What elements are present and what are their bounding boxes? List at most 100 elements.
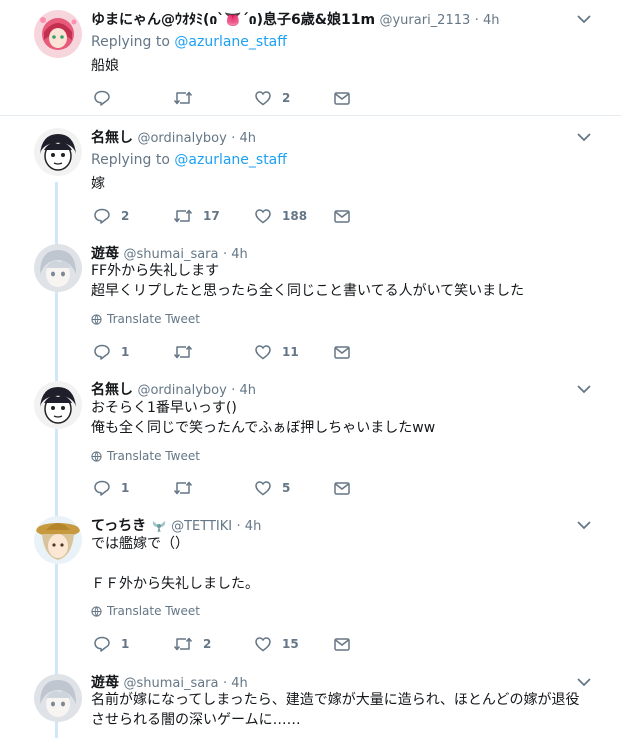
- tweet[interactable]: てっちき @TETTIKI · 4h では艦嫁で（） ＦＦ外から失礼しました。 …: [0, 504, 621, 664]
- display-name[interactable]: 名無し: [91, 130, 133, 146]
- heart-icon: [254, 343, 272, 361]
- reply-button[interactable]: [93, 88, 121, 108]
- tweet[interactable]: 遊苺 @shumai_sara · 4h 名前が嫁になってしまったら、建造で嫁が…: [0, 664, 621, 738]
- envelope-icon: [333, 89, 351, 107]
- tweet-text-line: 俺も全く同じで笑ったんでふぁぼ押しちゃいましたww: [91, 420, 436, 436]
- display-name[interactable]: 遊苺: [91, 246, 119, 262]
- retweet-button[interactable]: [173, 342, 203, 362]
- tweet-header: てっちき @TETTIKI · 4h: [91, 515, 261, 535]
- translate-tweet-link[interactable]: Translate Tweet: [91, 604, 200, 618]
- retweet-button[interactable]: [173, 478, 203, 498]
- tweet[interactable]: 遊苺 @shumai_sara · 4h FF外から失礼します 超早くリプしたと…: [0, 234, 621, 369]
- tweet-text-line: [91, 554, 259, 574]
- like-button[interactable]: 11: [254, 342, 299, 362]
- timestamp[interactable]: · 4h: [223, 247, 248, 262]
- like-count: 15: [282, 637, 299, 651]
- tweet-text: 嫁: [91, 174, 105, 194]
- timestamp[interactable]: · 4h: [223, 676, 248, 691]
- reply-count: 1: [121, 481, 130, 495]
- tweet-actions: 2: [93, 88, 363, 108]
- tweet-header: 名無し @ordinalyboy · 4h: [91, 127, 256, 147]
- avatar[interactable]: [34, 674, 82, 722]
- username[interactable]: @ordinalyboy: [137, 383, 226, 398]
- direct-message-button[interactable]: [333, 88, 351, 108]
- avatar[interactable]: [34, 244, 82, 292]
- heart-icon: [254, 479, 272, 497]
- timestamp[interactable]: · 4h: [231, 131, 256, 146]
- chevron-down-icon[interactable]: [576, 131, 592, 143]
- tweet-text-line: ＦＦ外から失礼しました。: [91, 576, 259, 592]
- avatar[interactable]: [34, 10, 82, 58]
- username[interactable]: @ordinalyboy: [137, 131, 226, 146]
- avatar[interactable]: [34, 128, 82, 176]
- username[interactable]: @shumai_sara: [123, 676, 218, 691]
- display-name[interactable]: 名無し: [91, 382, 133, 398]
- heart-icon: [254, 635, 272, 653]
- direct-message-button[interactable]: [333, 478, 351, 498]
- tweet-text-line: 船娘: [91, 58, 119, 74]
- like-button[interactable]: 188: [254, 206, 307, 226]
- translate-label: Translate Tweet: [107, 312, 200, 326]
- translate-label: Translate Tweet: [107, 604, 200, 618]
- like-button[interactable]: 2: [254, 88, 290, 108]
- username[interactable]: @TETTIKI: [171, 519, 232, 534]
- direct-message-button[interactable]: [333, 342, 351, 362]
- username[interactable]: @yurari_2113: [379, 13, 470, 28]
- tweet-header: 遊苺 @shumai_sara · 4h: [91, 243, 248, 263]
- chevron-down-icon[interactable]: [576, 676, 592, 688]
- timestamp[interactable]: · 4h: [475, 13, 500, 28]
- display-name[interactable]: ゆまにゃん@ｳｵﾀﾐ(ი`👅´ი)息子6歳&娘11m: [91, 12, 375, 28]
- globe-icon: [91, 313, 102, 325]
- globe-icon: [91, 450, 102, 462]
- avatar[interactable]: [34, 381, 82, 429]
- reply-icon: [93, 479, 111, 497]
- timestamp[interactable]: · 4h: [237, 519, 262, 534]
- retweet-button[interactable]: 17: [173, 206, 220, 226]
- like-button[interactable]: 5: [254, 478, 290, 498]
- display-name[interactable]: 遊苺: [91, 675, 119, 691]
- replying-to: Replying to @azurlane_staff: [91, 152, 287, 168]
- translate-tweet-link[interactable]: Translate Tweet: [91, 312, 200, 326]
- mention-link[interactable]: @azurlane_staff: [174, 152, 287, 168]
- direct-message-button[interactable]: [333, 206, 351, 226]
- direct-message-button[interactable]: [333, 634, 351, 654]
- replying-to: Replying to @azurlane_staff: [91, 34, 287, 50]
- reply-button[interactable]: 1: [93, 634, 129, 654]
- tweet[interactable]: ゆまにゃん@ｳｵﾀﾐ(ი`👅´ი)息子6歳&娘11m @yurari_2113 …: [0, 0, 621, 115]
- tweet-text-line: 名前が嫁になってしまったら、建造で嫁が大量に造られ、ほとんどの嫁が退役: [91, 692, 580, 708]
- globe-icon: [91, 605, 102, 617]
- chevron-down-icon[interactable]: [576, 13, 592, 25]
- chevron-down-icon[interactable]: [576, 519, 592, 531]
- retweet-icon: [173, 343, 193, 361]
- tweet-actions: 1 2 15: [93, 634, 363, 654]
- tweet-text-line: おそらく1番早いっす(): [91, 400, 237, 416]
- tweet[interactable]: 名無し @ordinalyboy · 4h Replying to @azurl…: [0, 116, 621, 234]
- timestamp[interactable]: · 4h: [231, 383, 256, 398]
- tweet[interactable]: 名無し @ordinalyboy · 4h おそらく1番早いっす() 俺も全く同…: [0, 369, 621, 504]
- retweet-button[interactable]: 2: [173, 634, 211, 654]
- mention-link[interactable]: @azurlane_staff: [174, 34, 287, 50]
- envelope-icon: [333, 343, 351, 361]
- like-count: 188: [282, 209, 308, 223]
- like-button[interactable]: 15: [254, 634, 299, 654]
- translate-tweet-link[interactable]: Translate Tweet: [91, 449, 200, 463]
- display-name[interactable]: てっちき: [91, 518, 146, 534]
- avatar[interactable]: [34, 516, 82, 564]
- chevron-down-icon[interactable]: [576, 383, 592, 395]
- envelope-icon: [333, 635, 351, 653]
- retweet-icon: [173, 479, 193, 497]
- tweet-text: 名前が嫁になってしまったら、建造で嫁が大量に造られ、ほとんどの嫁が退役 させられ…: [91, 690, 579, 730]
- tweet-header: ゆまにゃん@ｳｵﾀﾐ(ი`👅´ი)息子6歳&娘11m @yurari_2113 …: [91, 9, 500, 29]
- reply-button[interactable]: 2: [93, 206, 129, 226]
- reply-icon: [93, 89, 111, 107]
- tweet-text-line: では艦嫁で（）: [91, 536, 189, 552]
- tweet-text: では艦嫁で（） ＦＦ外から失礼しました。: [91, 534, 259, 594]
- tweet-text-line: FF外から失礼します: [91, 263, 220, 279]
- username[interactable]: @shumai_sara: [123, 247, 218, 262]
- reply-button[interactable]: 1: [93, 478, 129, 498]
- retweet-button[interactable]: [173, 88, 203, 108]
- tweet-header: 名無し @ordinalyboy · 4h: [91, 379, 256, 399]
- retweet-icon: [173, 89, 193, 107]
- tweet-text-line: させられる闇の深いゲームに……: [91, 712, 301, 728]
- reply-button[interactable]: 1: [93, 342, 129, 362]
